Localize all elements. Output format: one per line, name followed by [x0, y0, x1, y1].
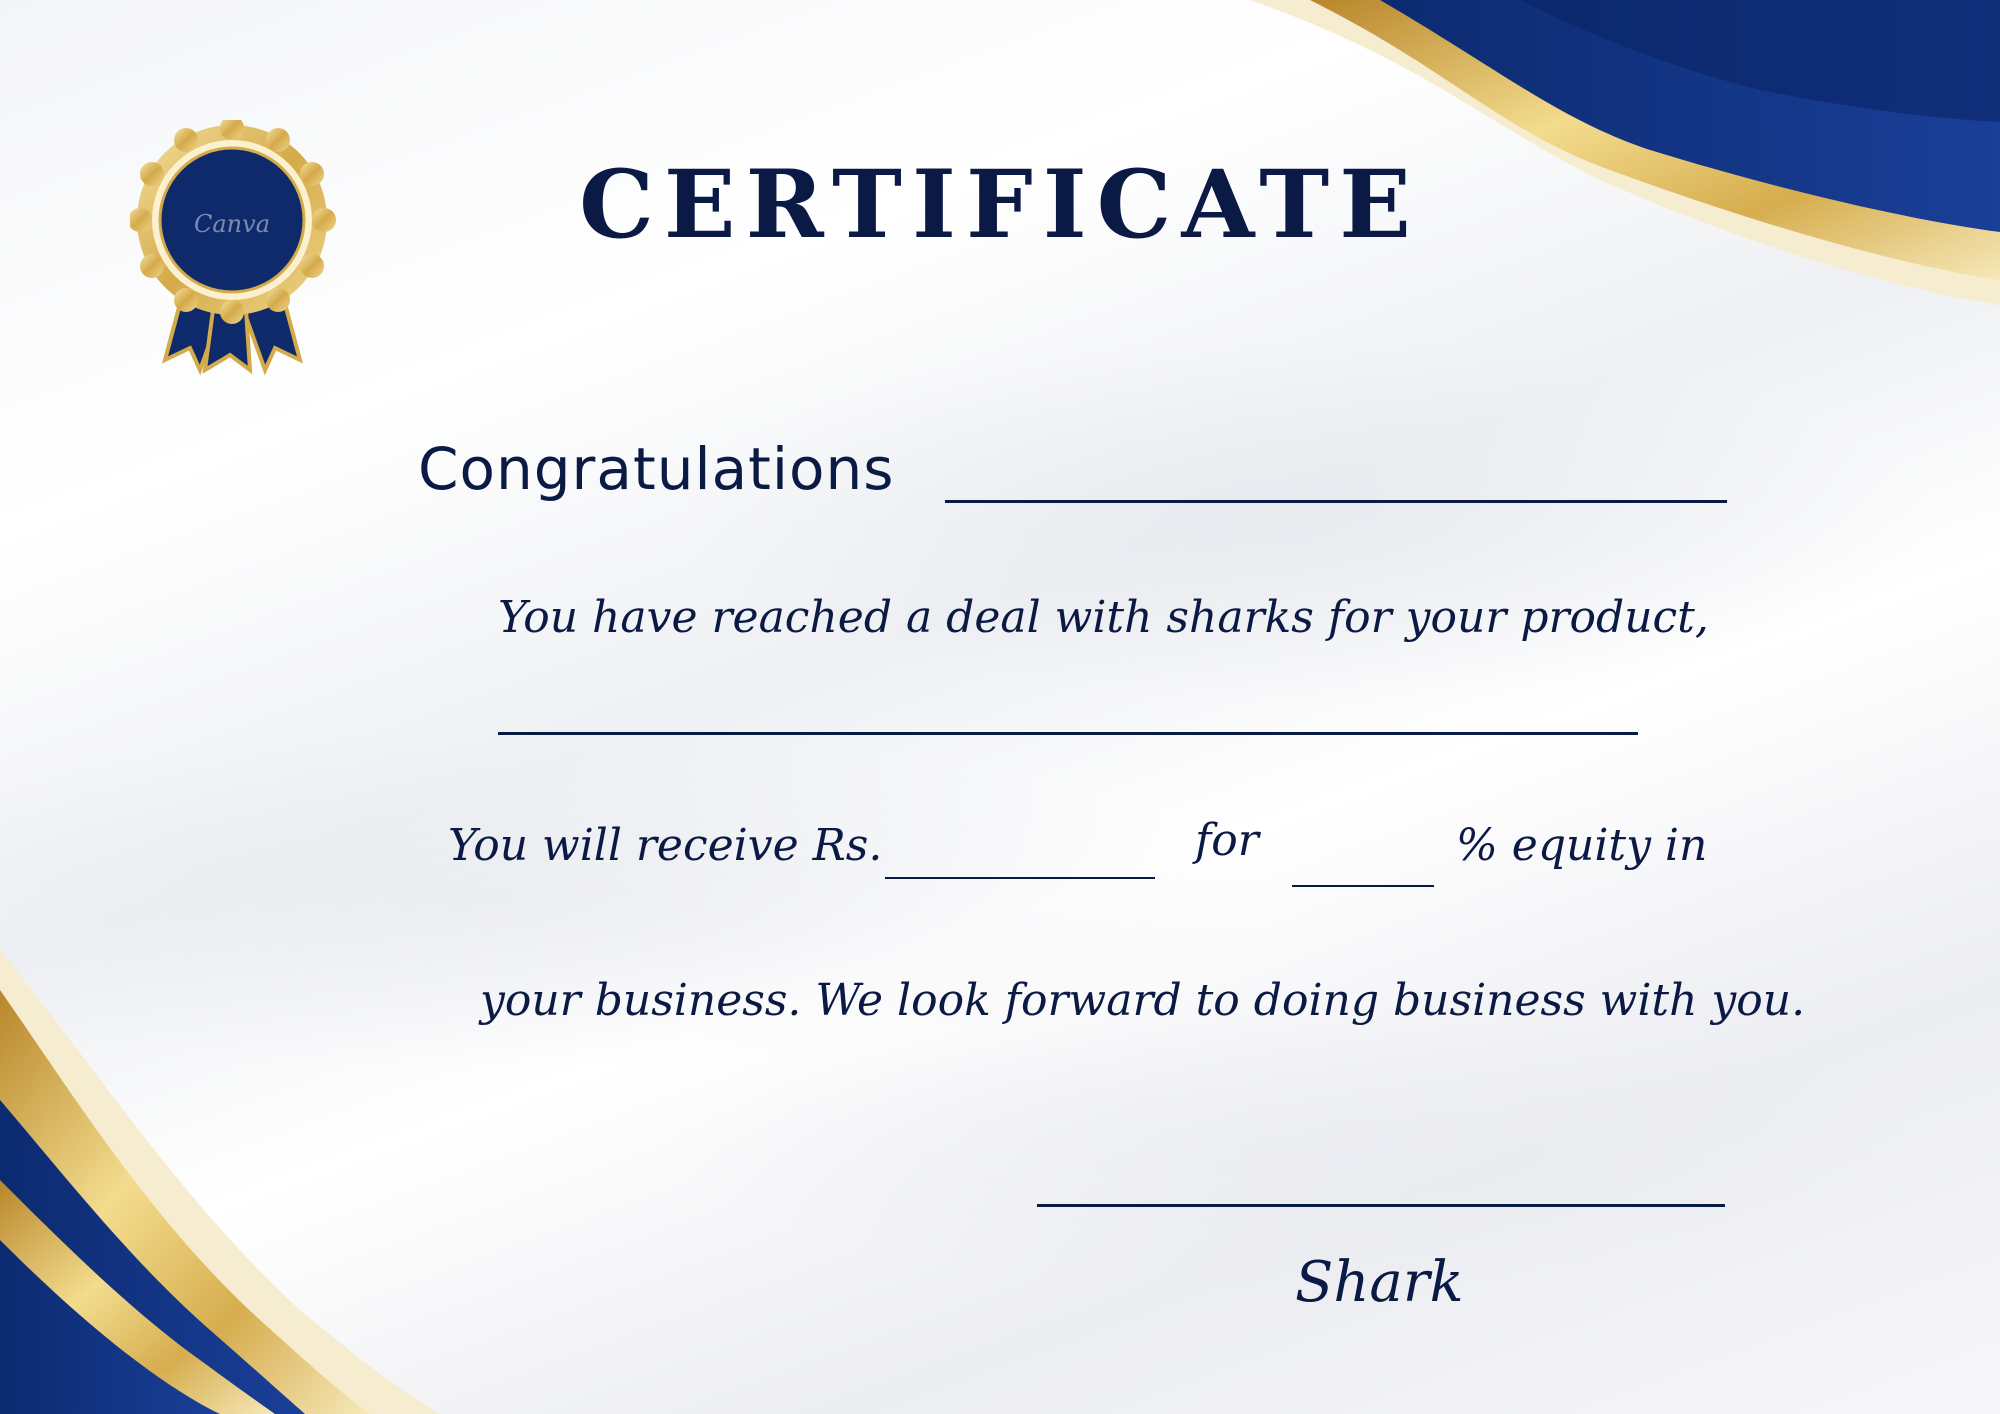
equity-percent-line — [1292, 885, 1434, 887]
equity-label: % equity in — [1456, 820, 1708, 871]
for-label: for — [1195, 815, 1259, 866]
product-name-line — [498, 732, 1638, 735]
closing-text: your business. We look forward to doing … — [480, 975, 1806, 1026]
congratulations-label: Congratulations — [418, 435, 895, 503]
recipient-name-line — [945, 500, 1727, 503]
certificate-title: CERTIFICATE — [579, 150, 1421, 260]
signature-line — [1037, 1204, 1725, 1207]
signature-label: Shark — [1295, 1250, 1464, 1315]
certificate: Canva CERTIFICATE Congratulations You ha… — [0, 0, 2000, 1414]
receive-label: You will receive Rs. — [448, 820, 883, 871]
amount-line — [885, 877, 1155, 879]
deal-text-line1: You have reached a deal with sharks for … — [498, 592, 1709, 643]
